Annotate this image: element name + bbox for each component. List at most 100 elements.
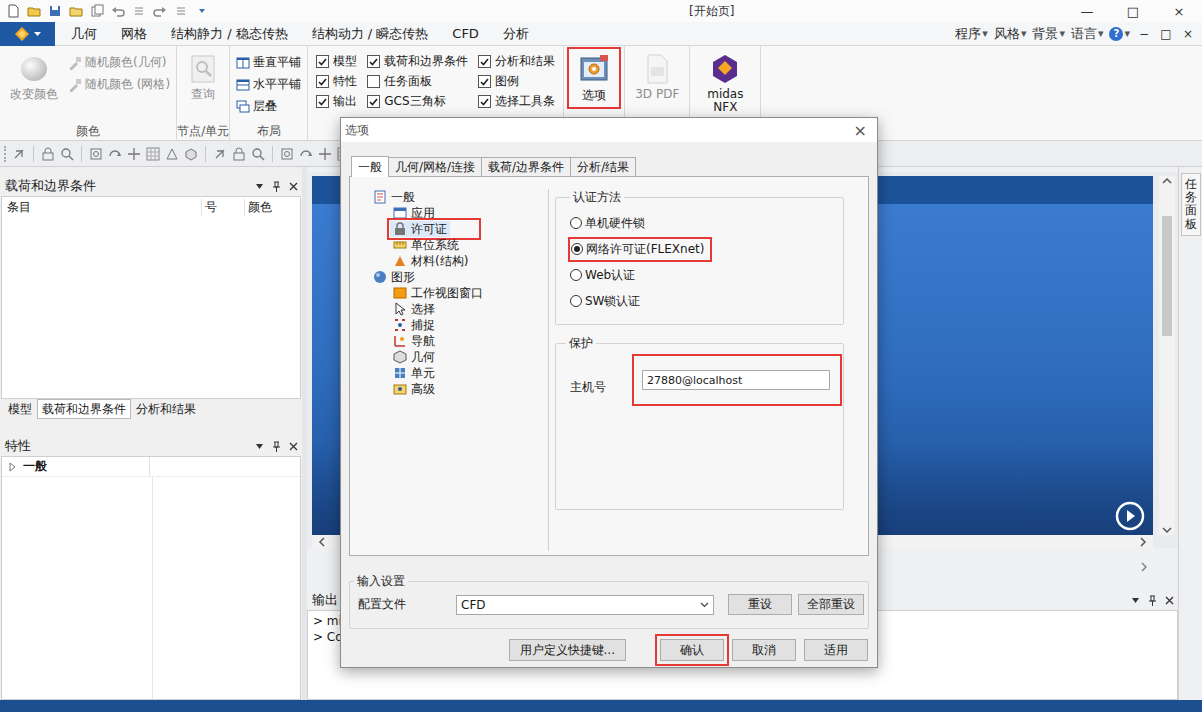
vertical-scrollbar[interactable] — [1159, 176, 1175, 535]
minimize-button[interactable]: — — [1064, 0, 1110, 22]
close-icon[interactable] — [289, 182, 298, 191]
dialog-tab[interactable]: 几何/网格/连接 — [388, 157, 482, 176]
tree-item[interactable]: 捕捉 — [390, 317, 438, 333]
ribbon-button[interactable]: 改变颜色 — [6, 50, 62, 104]
dialog-close-button[interactable]: × — [854, 121, 867, 140]
tree-item[interactable]: 几何 — [390, 349, 438, 365]
checkbox-row[interactable]: 图例 — [478, 71, 555, 91]
copy-icon[interactable] — [90, 4, 104, 18]
dialog-tab[interactable]: 载荷/边界条件 — [481, 157, 571, 176]
panel-tab[interactable]: 载荷和边界条件 — [37, 399, 131, 419]
menu-tab[interactable]: 结构静力 / 稳态传热 — [159, 22, 300, 46]
tree-node[interactable]: 图形 — [370, 269, 548, 285]
fit-icon[interactable] — [89, 147, 103, 161]
pin-icon[interactable] — [1148, 595, 1157, 606]
redo-icon[interactable] — [153, 4, 167, 18]
radio-button[interactable] — [570, 217, 582, 229]
radio-button[interactable] — [570, 295, 582, 307]
panel-tab[interactable]: 模型 — [3, 399, 37, 419]
pin-icon[interactable] — [272, 181, 281, 192]
tree-item[interactable]: 高级 — [390, 381, 438, 397]
dialog-tab[interactable]: 分析/结果 — [570, 157, 636, 176]
dropdown-icon[interactable] — [255, 182, 264, 191]
tree-item[interactable]: 导航 — [390, 333, 438, 349]
help-menu[interactable]: ?▾ — [1109, 27, 1130, 41]
tree-item[interactable]: 应用 — [390, 205, 438, 221]
ribbon-button[interactable]: 查询 — [183, 50, 223, 104]
pin-icon[interactable] — [272, 441, 281, 452]
rotate-icon[interactable] — [108, 147, 122, 161]
panel-tab[interactable]: 分析和结果 — [131, 399, 201, 419]
ribbon-small-button[interactable]: 随机颜色(几何) — [68, 52, 170, 73]
zoom-icon[interactable] — [60, 147, 74, 161]
checkbox-row[interactable]: 选择工具条 — [478, 91, 555, 111]
maximize-button[interactable]: □ — [1110, 0, 1156, 22]
checkbox[interactable] — [478, 95, 491, 108]
zoom-icon[interactable] — [251, 147, 265, 161]
pointer-icon[interactable] — [213, 147, 227, 161]
menu-tab[interactable]: CFD — [440, 22, 491, 46]
app-menu-button[interactable] — [0, 22, 55, 46]
task-panel-tab[interactable]: 任务面板 — [1181, 173, 1201, 236]
radio-button[interactable] — [570, 269, 582, 281]
radio-row[interactable]: SW锁认证 — [570, 293, 640, 310]
menu-tab[interactable]: 结构动力 / 瞬态传热 — [300, 22, 441, 46]
save-icon[interactable] — [48, 4, 62, 18]
ribbon-button[interactable]: 选项 — [574, 51, 614, 105]
close-icon[interactable] — [289, 442, 298, 451]
close-button[interactable]: × — [1156, 0, 1202, 22]
dialog-button[interactable]: 适用 — [804, 639, 868, 661]
menu-dropdown[interactable]: 风格▾ — [994, 25, 1027, 43]
radio-row[interactable]: Web认证 — [570, 267, 635, 284]
checkbox-row[interactable]: GCS三角标 — [367, 91, 468, 111]
host-field[interactable]: 27880@localhost — [642, 370, 830, 390]
next-icon[interactable] — [1140, 562, 1148, 572]
menu-dropdown[interactable]: 程序▾ — [955, 25, 988, 43]
rotate-icon[interactable] — [299, 147, 313, 161]
radio-row[interactable]: 单机硬件锁 — [570, 215, 645, 232]
document-window-control[interactable]: □ — [1158, 27, 1174, 41]
pan-icon[interactable] — [318, 147, 332, 161]
checkbox[interactable] — [316, 95, 329, 108]
menu-tab[interactable]: 分析 — [491, 22, 541, 46]
lock-icon[interactable] — [232, 147, 246, 161]
expand-icon[interactable] — [7, 462, 17, 472]
checkbox-row[interactable]: 载荷和边界条件 — [367, 51, 468, 71]
grid-icon[interactable] — [146, 147, 160, 161]
radio-button[interactable] — [571, 243, 583, 255]
pan-icon[interactable] — [127, 147, 141, 161]
reset-button[interactable]: 全部重设 — [798, 594, 864, 615]
undo-icon[interactable] — [111, 4, 125, 18]
checkbox-row[interactable]: 任务面板 — [367, 71, 468, 91]
tree-item[interactable]: 单位系统 — [390, 237, 462, 253]
tree-item[interactable]: 工作视图窗口 — [390, 285, 486, 301]
property-row[interactable]: 一般 — [2, 457, 300, 477]
checkbox[interactable] — [478, 75, 491, 88]
checkbox-row[interactable]: 模型 — [316, 51, 357, 71]
checkbox[interactable] — [367, 75, 380, 88]
tree-item[interactable]: 许可证 — [390, 221, 450, 237]
ribbon-button[interactable]: midas NFX — [696, 50, 754, 117]
menu-tab[interactable]: 几何 — [59, 22, 109, 46]
open-folder-icon[interactable] — [27, 4, 41, 18]
pointer-icon[interactable] — [12, 147, 26, 161]
menu-tab[interactable]: 网格 — [109, 22, 159, 46]
tree-item[interactable]: 单元 — [390, 365, 438, 381]
ribbon-small-button[interactable]: 随机颜色 (网格) — [68, 74, 170, 95]
box-icon[interactable] — [184, 147, 198, 161]
profile-dropdown[interactable]: CFD — [456, 595, 714, 615]
checkbox[interactable] — [478, 55, 491, 68]
history-icon[interactable] — [174, 4, 188, 18]
checkbox[interactable] — [367, 55, 380, 68]
new-file-icon[interactable] — [6, 4, 20, 18]
document-window-control[interactable]: × — [1180, 27, 1196, 41]
checkbox-row[interactable]: 输出 — [316, 91, 357, 111]
checkbox[interactable] — [367, 95, 380, 108]
tree-item[interactable]: 材料(结构) — [390, 253, 471, 269]
checkbox-row[interactable]: 特性 — [316, 71, 357, 91]
ribbon-small-button[interactable]: 水平平铺 — [236, 74, 301, 95]
tree-item[interactable]: 选择 — [390, 301, 438, 317]
ribbon-button[interactable]: 3D PDF — [631, 50, 683, 104]
history-icon[interactable] — [132, 4, 146, 18]
plane-icon[interactable] — [165, 147, 179, 161]
